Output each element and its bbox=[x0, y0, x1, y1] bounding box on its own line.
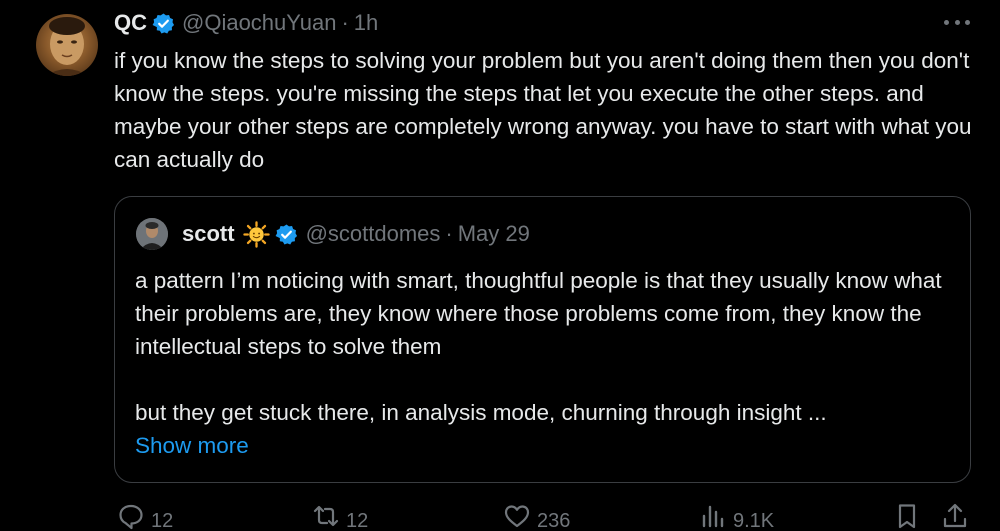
quote-separator: · bbox=[445, 221, 453, 246]
quote-avatar-photo bbox=[136, 218, 168, 250]
bookmark-icon bbox=[898, 504, 916, 529]
quote-date[interactable]: May 29 bbox=[458, 221, 530, 247]
quote-avatar[interactable] bbox=[136, 218, 168, 250]
show-more-link[interactable]: Show more bbox=[135, 429, 955, 462]
repost-button[interactable]: 12 bbox=[312, 502, 368, 531]
more-dot bbox=[965, 19, 970, 25]
quote-handle[interactable]: @scottdomes bbox=[306, 221, 441, 247]
separator: · bbox=[341, 10, 349, 35]
display-name[interactable]: QC bbox=[114, 10, 147, 36]
more-dot bbox=[944, 19, 949, 25]
bookmark-button[interactable] bbox=[893, 502, 921, 530]
verified-badge-icon bbox=[152, 12, 175, 33]
reply-button[interactable]: 12 bbox=[117, 502, 173, 531]
more-dots-icon[interactable] bbox=[944, 12, 970, 32]
repost-icon bbox=[313, 505, 339, 527]
quote-display-name[interactable]: scott bbox=[182, 221, 235, 247]
quote-paragraph: but they get stuck there, in analysis mo… bbox=[135, 400, 827, 425]
handle[interactable]: @QiaochuYuan bbox=[182, 10, 336, 36]
timestamp[interactable]: 1h bbox=[354, 10, 378, 36]
quote-text: a pattern I’m noticing with smart, thoug… bbox=[135, 264, 955, 462]
action-bar: 12 12 236 9.1K bbox=[0, 502, 1000, 531]
heart-icon bbox=[504, 505, 530, 528]
tweet-header: QC @QiaochuYuan · 1h bbox=[114, 6, 378, 40]
repost-count: 12 bbox=[346, 510, 369, 531]
quote-paragraph: a pattern I’m noticing with smart, thoug… bbox=[135, 268, 942, 359]
tweet-text: if you know the steps to solving your pr… bbox=[114, 48, 978, 172]
reply-icon bbox=[119, 504, 143, 530]
share-icon bbox=[943, 503, 967, 528]
more-dot bbox=[954, 19, 960, 25]
views-icon bbox=[702, 505, 724, 528]
verified-badge-icon bbox=[275, 223, 297, 244]
like-count: 236 bbox=[537, 510, 571, 531]
avatar-photo bbox=[46, 17, 88, 76]
share-button[interactable] bbox=[941, 502, 969, 530]
sun-emoji-icon bbox=[242, 220, 270, 248]
quote-header: scott @scottdomes · May 29 bbox=[182, 217, 530, 251]
views-count: 9.1K bbox=[733, 510, 775, 531]
views-button[interactable]: 9.1K bbox=[699, 502, 774, 531]
reply-count: 12 bbox=[151, 510, 174, 531]
avatar[interactable] bbox=[36, 14, 98, 76]
like-button[interactable]: 236 bbox=[503, 502, 570, 531]
quote-tweet[interactable]: scott @scottdomes · May 29 a pattern I’m… bbox=[114, 196, 971, 483]
